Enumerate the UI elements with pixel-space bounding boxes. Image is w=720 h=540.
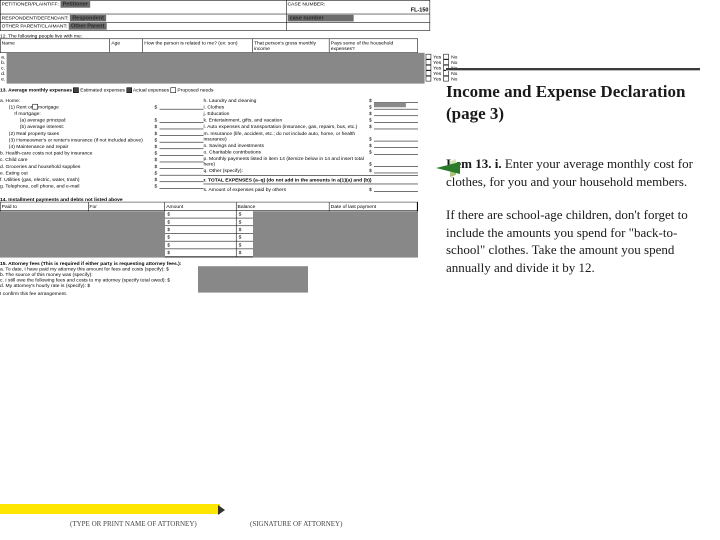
graybox — [6, 53, 424, 84]
other-value: Other Parent — [69, 23, 107, 30]
section14-title: 14. Installment payments and debts not l… — [0, 196, 123, 202]
highlight-bar — [0, 504, 220, 514]
respondent-label: RESPONDENT/DEFENDANT: — [2, 15, 69, 21]
case-value: case number — [287, 15, 353, 22]
footer-left: (TYPE OR PRINT NAME OF ATTORNEY) — [70, 520, 197, 528]
footer-right: (SIGNATURE OF ATTORNEY) — [250, 520, 342, 528]
petitioner-label: PETITIONER/PLAINTIFF: — [2, 1, 59, 7]
arrow-icon — [436, 162, 460, 174]
instruction-title: Income and Expense Declaration (page 3) — [446, 81, 700, 125]
instruction-p2: If there are school-age children, don't … — [446, 206, 700, 276]
play-icon — [218, 505, 225, 515]
respondent-value: Respondent — [70, 15, 106, 22]
petitioner-value: Petitioner — [60, 1, 90, 8]
instruction-panel: Income and Expense Declaration (page 3) … — [436, 0, 720, 540]
form-code: FL-150 — [287, 7, 428, 13]
other-label: OTHER PARENT/CLAIMANT: — [2, 23, 68, 29]
section13-title: 13. Average monthly expenses — [0, 87, 72, 93]
section12-table: Name Age How the person is related to me… — [0, 39, 418, 53]
form-header: PETITIONER/PLAINTIFF: Petitioner CASE NU… — [0, 0, 430, 31]
case-label: CASE NUMBER: — [287, 1, 325, 7]
form-image: PETITIONER/PLAINTIFF: Petitioner CASE NU… — [0, 0, 430, 540]
instruction-p1: Item 13. i. Enter your average monthly c… — [446, 155, 700, 190]
